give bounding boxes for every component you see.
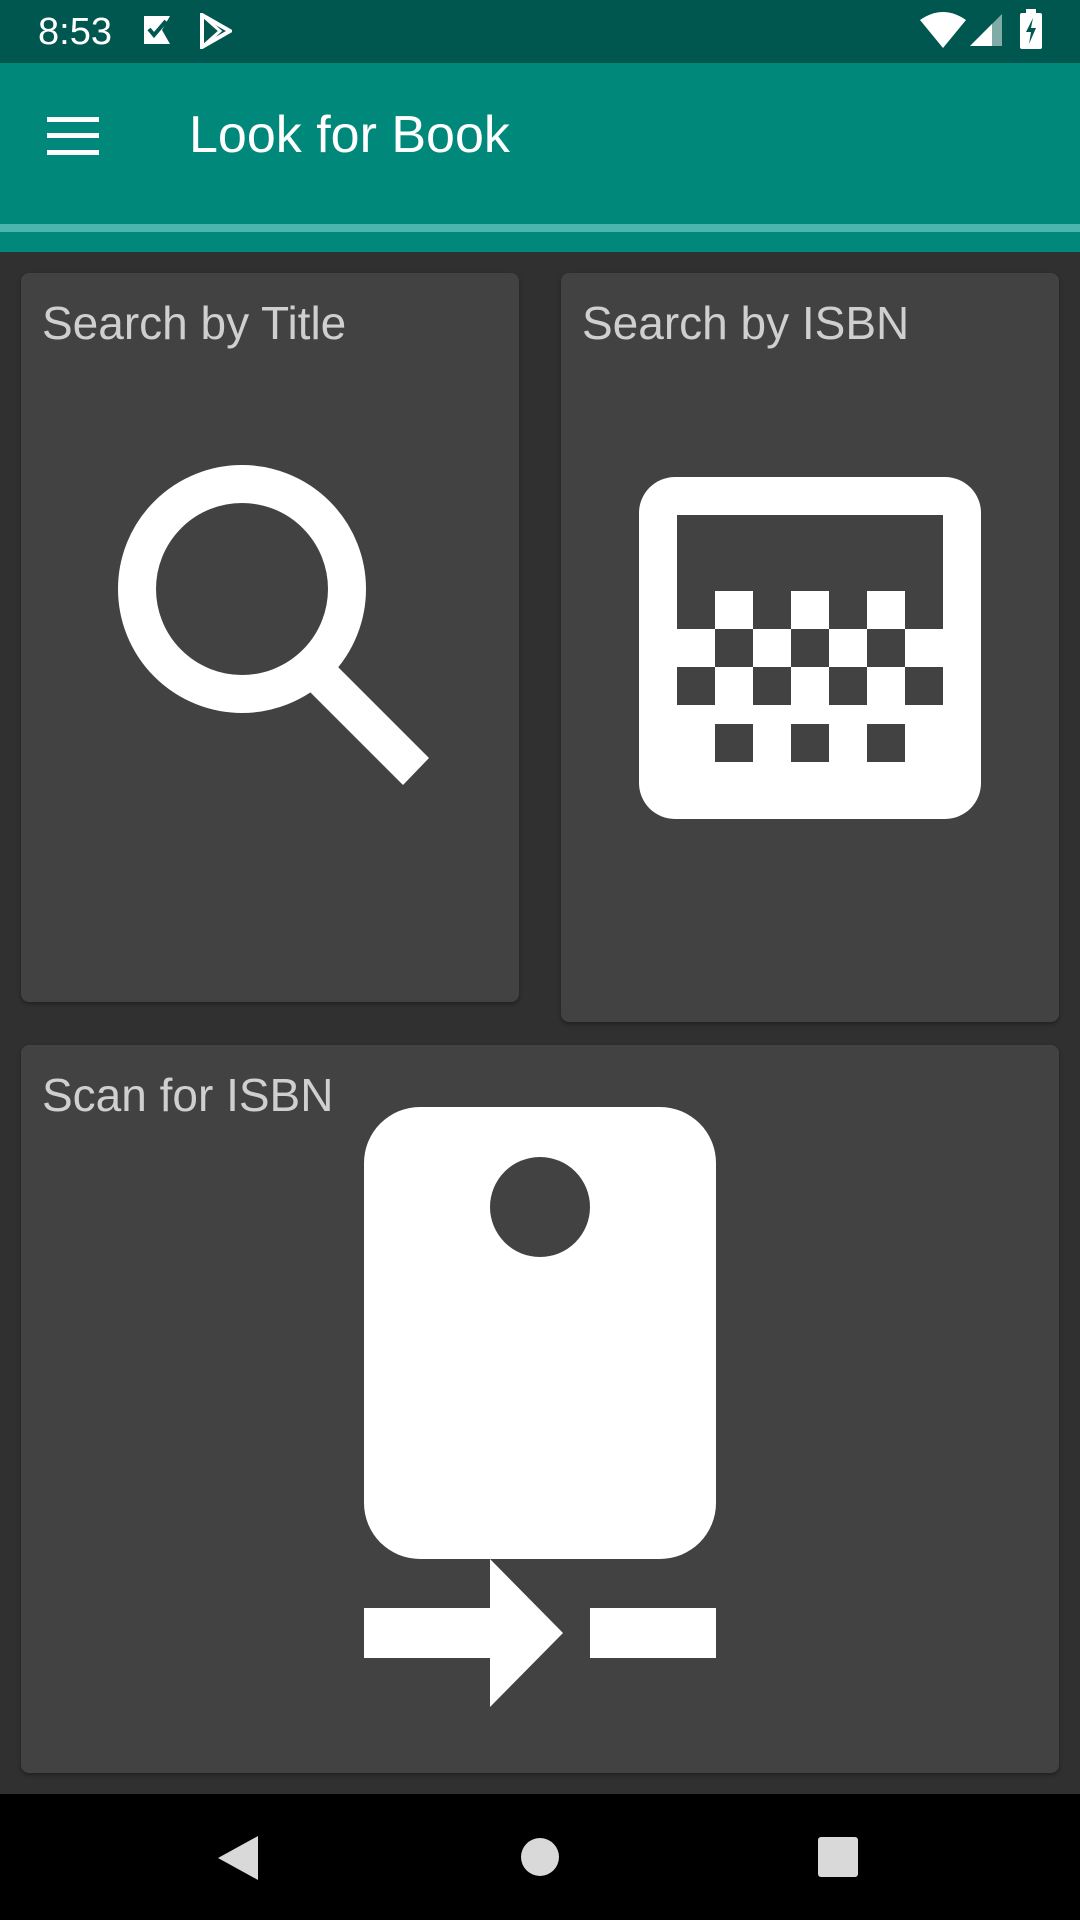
hamburger-menu-icon bbox=[47, 117, 99, 155]
app-bar-divider bbox=[0, 224, 1080, 232]
notification-check-icon bbox=[144, 16, 170, 44]
menu-button[interactable] bbox=[30, 93, 116, 179]
search-by-isbn-card[interactable]: Search by ISBN bbox=[561, 273, 1059, 1022]
barcode-keyboard-icon bbox=[639, 477, 981, 819]
status-time: 8:53 bbox=[38, 11, 112, 53]
app-bar bbox=[0, 63, 1080, 225]
app-title: Look for Book bbox=[189, 106, 510, 164]
scanner-device-icon bbox=[364, 1107, 716, 1707]
recents-icon[interactable] bbox=[818, 1837, 858, 1877]
battery-charging-icon bbox=[1020, 9, 1042, 49]
back-icon[interactable] bbox=[216, 1834, 260, 1882]
search-by-isbn-label: Search by ISBN bbox=[582, 297, 910, 349]
search-by-title-card[interactable]: Search by Title bbox=[21, 273, 519, 1002]
cell-signal-icon bbox=[970, 14, 1002, 46]
magnifier-icon bbox=[118, 465, 429, 785]
app-bar-bottom-strip bbox=[0, 232, 1080, 252]
wifi-icon bbox=[920, 12, 966, 48]
scan-for-isbn-card[interactable]: Scan for ISBN bbox=[21, 1045, 1059, 1773]
play-store-icon bbox=[200, 13, 232, 49]
status-bar: 8:53 bbox=[0, 0, 1080, 63]
search-by-title-label: Search by Title bbox=[42, 297, 347, 349]
system-navigation-bar bbox=[0, 1794, 1080, 1920]
scan-for-isbn-label: Scan for ISBN bbox=[42, 1069, 334, 1121]
home-icon[interactable] bbox=[519, 1836, 561, 1878]
